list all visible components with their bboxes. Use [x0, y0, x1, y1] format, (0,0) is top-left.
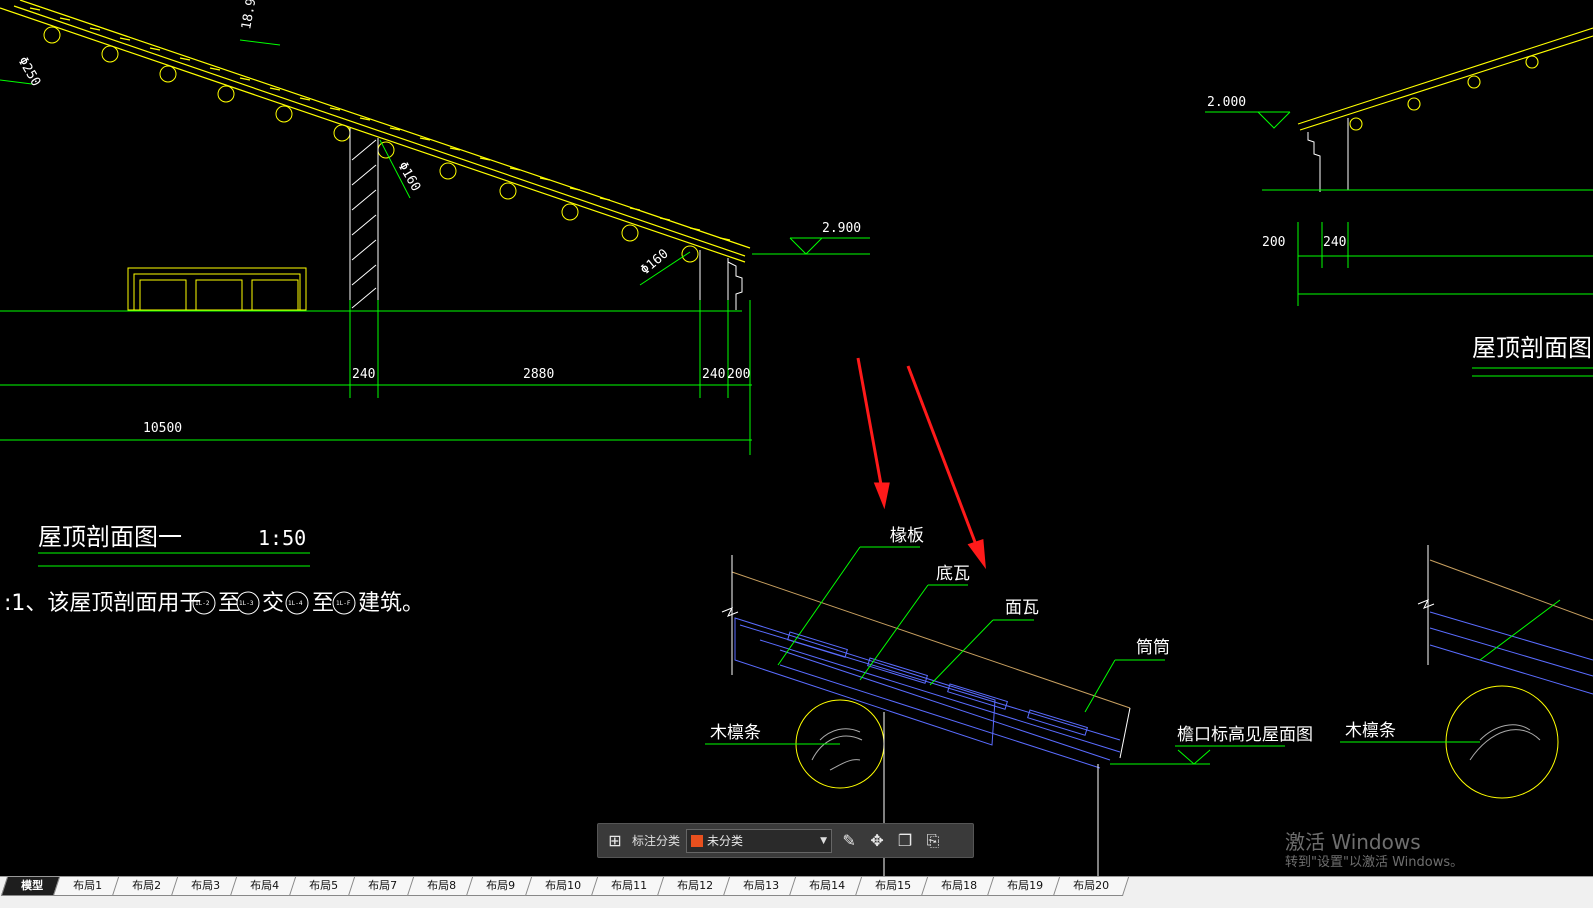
tab-layout[interactable]: 布局11 — [590, 877, 668, 896]
svg-text:1L-F: 1L-F — [336, 600, 351, 607]
svg-text:2.000: 2.000 — [1207, 95, 1246, 110]
tab-label: 布局13 — [743, 879, 780, 892]
tab-layout[interactable]: 布局13 — [722, 877, 800, 896]
tab-layout[interactable]: 布局19 — [986, 877, 1064, 896]
move-icon[interactable]: ✥ — [866, 830, 888, 852]
window — [127, 267, 307, 311]
grid-icon[interactable]: ⊞ — [604, 830, 626, 852]
svg-text:1L-2: 1L-2 — [195, 600, 210, 607]
svg-text::1、该屋顶剖面用于: :1、该屋顶剖面用于 — [4, 591, 201, 616]
tab-label: 布局20 — [1073, 879, 1110, 892]
paste-icon[interactable]: ⎘ — [922, 830, 944, 852]
tab-label: 布局10 — [545, 879, 582, 892]
right-dim-texts: 2.000 200 240 — [1207, 95, 1346, 250]
tab-label: 布局14 — [809, 879, 846, 892]
tab-layout[interactable]: 布局14 — [788, 877, 866, 896]
tab-layout[interactable]: 布局10 — [524, 877, 602, 896]
tab-label: 布局9 — [486, 879, 516, 892]
annotation-category-label: 标注分类 — [632, 834, 681, 848]
label-mianwa: 面瓦 — [1005, 598, 1039, 618]
tab-layout[interactable]: 布局15 — [854, 877, 932, 896]
dia-top-text: Φ250 — [15, 55, 44, 90]
layout-tab-bar: 模型 布局1 布局2 布局3 布局4 布局5 布局7 布局8 布局9 布局10 布局11 布局12 布局… — [0, 876, 1593, 908]
label-diwa: 底瓦 — [936, 564, 970, 584]
section-title-1: 屋顶剖面图一 — [38, 523, 182, 551]
cad-drawing: Φ250 18.99° Φ160 Φ160 2.900 240 2880 240… — [0, 0, 1593, 878]
tab-label: 布局1 — [73, 879, 103, 892]
windows-activation-watermark: 激活 Windows 转到"设置"以激活 Windows。 — [1285, 830, 1463, 872]
roof-slope — [0, 0, 751, 263]
label-mulintiao: 木檩条 — [710, 723, 761, 743]
svg-text:200: 200 — [1262, 235, 1285, 250]
tab-label: 布局18 — [941, 879, 978, 892]
tab-label: 布局15 — [875, 879, 912, 892]
svg-text:交: 交 — [262, 591, 284, 616]
right-label-mulintiao: 木檩条 — [1345, 721, 1396, 741]
svg-text:建筑。: 建筑。 — [358, 591, 424, 616]
angle-text: 18.99° — [239, 0, 262, 31]
watermark-line1: 激活 Windows — [1285, 830, 1421, 854]
copy-icon[interactable]: ❐ — [894, 830, 916, 852]
tab-label: 布局19 — [1007, 879, 1044, 892]
eave-detail: 椽板 底瓦 面瓦 筒筒 木檩条 檐口标高见屋面图 — [705, 357, 1313, 878]
tab-label: 布局8 — [427, 879, 457, 892]
svg-text:240: 240 — [1323, 235, 1346, 250]
section-title-2: 屋顶剖面图 — [1472, 334, 1592, 362]
chevron-down-icon: ▼ — [820, 835, 828, 846]
dimension-lines — [0, 39, 870, 567]
label-tongtong: 筒筒 — [1136, 638, 1170, 658]
annotation-toolbar: ⊞ 标注分类 未分类 ▼ ✎ ✥ ❐ ⎘ — [597, 823, 974, 858]
tab-label: 布局2 — [132, 879, 162, 892]
tab-label: 布局7 — [368, 879, 398, 892]
watermark-line2: 转到"设置"以激活 Windows。 — [1285, 855, 1464, 870]
elev-text: 2.900 — [822, 221, 861, 236]
dim-2880: 2880 — [523, 367, 554, 382]
category-color-swatch — [691, 834, 704, 847]
category-selected-value: 未分类 — [707, 834, 744, 848]
dia-low-text: Φ160 — [638, 246, 672, 278]
right-walls — [1307, 118, 1349, 192]
note-line: :1、该屋顶剖面用于 至 交 至 建筑。 — [4, 591, 424, 616]
right-roof-slope — [1297, 27, 1593, 131]
section-scale-1: 1:50 — [258, 526, 306, 550]
tab-label: 布局5 — [309, 879, 339, 892]
svg-text:1L-4: 1L-4 — [288, 600, 303, 607]
tab-layout[interactable]: 布局20 — [1052, 877, 1130, 896]
tab-label: 模型 — [21, 879, 44, 892]
svg-text:至: 至 — [312, 591, 334, 616]
tab-layout[interactable]: 布局18 — [920, 877, 998, 896]
tab-label: 布局4 — [250, 879, 280, 892]
walls — [349, 128, 743, 310]
tab-label: 布局11 — [611, 879, 648, 892]
tab-label: 布局3 — [191, 879, 221, 892]
cad-drawing-canvas[interactable]: Φ250 18.99° Φ160 Φ160 2.900 240 2880 240… — [0, 0, 1593, 878]
label-chuanban: 椽板 — [890, 526, 924, 546]
dim-240b: 240 — [702, 367, 725, 382]
tab-layout[interactable]: 布局12 — [656, 877, 734, 896]
annotation-category-select[interactable]: 未分类 ▼ — [686, 828, 833, 853]
dimension-texts: Φ250 18.99° Φ160 Φ160 2.900 240 2880 240… — [15, 0, 862, 436]
dim-240a: 240 — [352, 367, 375, 382]
tab-label: 布局12 — [677, 879, 714, 892]
dim-total: 10500 — [143, 421, 182, 436]
dim-200: 200 — [727, 367, 750, 382]
edit-icon[interactable]: ✎ — [838, 830, 860, 852]
svg-text:1L-3: 1L-3 — [239, 600, 254, 607]
right-eave-detail: 木檩条 — [1340, 545, 1593, 799]
label-yankou: 檐口标高见屋面图 — [1177, 725, 1313, 745]
